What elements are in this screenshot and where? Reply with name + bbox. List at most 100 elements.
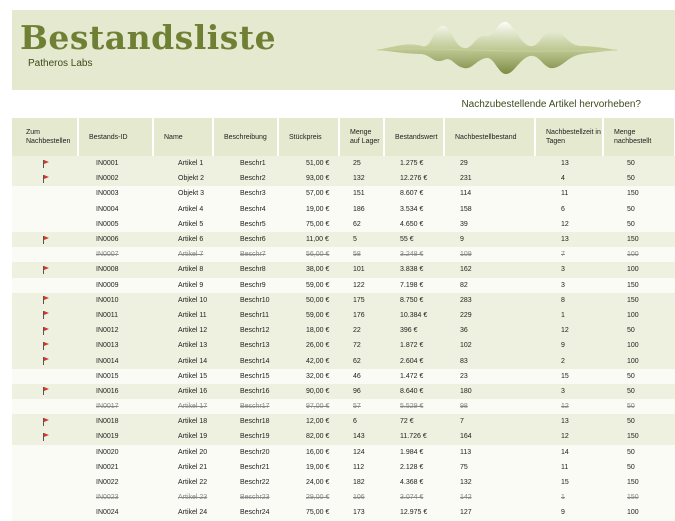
cell-reorder-qty[interactable]: 50 <box>603 383 675 399</box>
cell-reorder-flag[interactable] <box>12 201 78 217</box>
cell-id[interactable]: IN0021 <box>78 459 153 475</box>
cell-description[interactable]: Beschr8 <box>213 262 278 278</box>
cell-id[interactable]: IN0015 <box>78 368 153 384</box>
cell-value[interactable]: 4.368 € <box>384 474 444 491</box>
highlight-reorder-toggle[interactable]: Nachzubestellende Artikel hervorheben? <box>461 99 641 110</box>
cell-stock[interactable]: 22 <box>339 323 384 339</box>
cell-reorder-flag[interactable] <box>12 399 78 415</box>
cell-name[interactable]: Artikel 8 <box>153 262 213 278</box>
cell-reorder-flag[interactable] <box>12 216 78 232</box>
cell-reorder-flag[interactable] <box>12 353 78 369</box>
cell-unit-price[interactable]: 97,00 € <box>278 399 339 415</box>
cell-description[interactable]: Beschr14 <box>213 353 278 369</box>
cell-unit-price[interactable]: 19,00 € <box>278 459 339 475</box>
col-header-reorder-qty[interactable]: Menge nachbestellt <box>603 118 675 156</box>
cell-reorder-time[interactable]: 9 <box>535 338 603 354</box>
cell-unit-price[interactable]: 18,00 € <box>278 323 339 339</box>
cell-description[interactable]: Beschr6 <box>213 231 278 248</box>
cell-id[interactable]: IN0006 <box>78 231 153 248</box>
cell-name[interactable]: Artikel 13 <box>153 338 213 354</box>
cell-reorder-qty[interactable]: 50 <box>603 201 675 217</box>
cell-stock[interactable]: 175 <box>339 292 384 308</box>
cell-value[interactable]: 55 € <box>384 231 444 248</box>
cell-value[interactable]: 396 € <box>384 323 444 339</box>
cell-stock[interactable]: 62 <box>339 216 384 232</box>
cell-reorder-time[interactable]: 2 <box>535 353 603 369</box>
cell-unit-price[interactable]: 90,00 € <box>278 383 339 399</box>
cell-value[interactable]: 12.276 € <box>384 171 444 187</box>
cell-reorder-time[interactable]: 15 <box>535 474 603 491</box>
cell-value[interactable]: 8.640 € <box>384 383 444 399</box>
cell-reorder-time[interactable]: 1 <box>535 307 603 324</box>
cell-reorder-level[interactable]: 98 <box>444 399 535 415</box>
cell-reorder-flag[interactable] <box>12 156 78 172</box>
cell-description[interactable]: Beschr10 <box>213 292 278 308</box>
cell-id[interactable]: IN0013 <box>78 338 153 354</box>
cell-description[interactable]: Beschr23 <box>213 490 278 506</box>
cell-reorder-level[interactable]: 283 <box>444 292 535 308</box>
cell-reorder-qty[interactable]: 100 <box>603 353 675 369</box>
cell-reorder-qty[interactable]: 150 <box>603 429 675 445</box>
cell-value[interactable]: 1.472 € <box>384 368 444 384</box>
cell-stock[interactable]: 186 <box>339 201 384 217</box>
cell-reorder-flag[interactable] <box>12 277 78 293</box>
table-row[interactable]: IN0003 Objekt 3 Beschr3 57,00 €151 8.607 €11… <box>12 186 675 202</box>
cell-value[interactable]: 11.726 € <box>384 429 444 445</box>
cell-stock[interactable]: 106 <box>339 490 384 506</box>
table-row[interactable]: IN0002 Objekt 2 Beschr2 93,00 €132 12.276 €2… <box>12 171 675 187</box>
cell-unit-price[interactable]: 26,00 € <box>278 338 339 354</box>
cell-id[interactable]: IN0003 <box>78 186 153 202</box>
cell-stock[interactable]: 132 <box>339 171 384 187</box>
cell-id[interactable]: IN0008 <box>78 262 153 278</box>
cell-reorder-time[interactable]: 8 <box>535 292 603 308</box>
cell-id[interactable]: IN0001 <box>78 156 153 172</box>
cell-reorder-level[interactable]: 83 <box>444 353 535 369</box>
cell-reorder-level[interactable]: 142 <box>444 490 535 506</box>
cell-reorder-qty[interactable]: 150 <box>603 490 675 506</box>
table-row[interactable]: IN0010 Artikel 10 Beschr10 50,00 €175 8.750 … <box>12 292 675 308</box>
cell-stock[interactable]: 182 <box>339 474 384 491</box>
cell-reorder-time[interactable]: 14 <box>535 444 603 460</box>
cell-id[interactable]: IN0014 <box>78 353 153 369</box>
cell-stock[interactable]: 151 <box>339 186 384 202</box>
cell-reorder-time[interactable]: 11 <box>535 459 603 475</box>
cell-description[interactable]: Beschr9 <box>213 277 278 293</box>
cell-reorder-time[interactable]: 4 <box>535 171 603 187</box>
col-header-id[interactable]: Bestands-ID <box>78 118 154 156</box>
cell-stock[interactable]: 173 <box>339 505 384 521</box>
cell-reorder-qty[interactable]: 150 <box>603 474 675 491</box>
cell-unit-price[interactable]: 56,00 € <box>278 247 339 263</box>
cell-description[interactable]: Beschr2 <box>213 171 278 187</box>
cell-name[interactable]: Artikel 5 <box>153 216 213 232</box>
cell-reorder-qty[interactable]: 50 <box>603 399 675 415</box>
cell-unit-price[interactable]: 51,00 € <box>278 156 339 172</box>
cell-reorder-flag[interactable] <box>12 186 78 202</box>
cell-reorder-level[interactable]: 23 <box>444 368 535 384</box>
cell-name[interactable]: Artikel 11 <box>153 307 213 324</box>
col-header-description[interactable]: Beschreibung <box>213 118 279 156</box>
table-row[interactable]: IN0009 Artikel 9 Beschr9 59,00 €122 7.198 €8… <box>12 277 675 293</box>
cell-value[interactable]: 2.128 € <box>384 459 444 475</box>
cell-stock[interactable]: 96 <box>339 383 384 399</box>
cell-id[interactable]: IN0002 <box>78 171 153 187</box>
cell-reorder-flag[interactable] <box>12 414 78 430</box>
cell-reorder-level[interactable]: 39 <box>444 216 535 232</box>
cell-reorder-level[interactable]: 113 <box>444 444 535 460</box>
cell-reorder-qty[interactable]: 50 <box>603 171 675 187</box>
cell-description[interactable]: Beschr12 <box>213 323 278 339</box>
cell-id[interactable]: IN0018 <box>78 414 153 430</box>
cell-reorder-time[interactable]: 15 <box>535 368 603 384</box>
cell-reorder-qty[interactable]: 100 <box>603 338 675 354</box>
cell-value[interactable]: 72 € <box>384 414 444 430</box>
table-row[interactable]: IN0024 Artikel 24 Beschr24 75,00 €173 12.975… <box>12 505 675 521</box>
cell-name[interactable]: Artikel 20 <box>153 444 213 460</box>
cell-name[interactable]: Artikel 17 <box>153 399 213 415</box>
cell-unit-price[interactable]: 59,00 € <box>278 307 339 324</box>
cell-reorder-flag[interactable] <box>12 383 78 399</box>
cell-value[interactable]: 10.384 € <box>384 307 444 324</box>
cell-id[interactable]: IN0016 <box>78 383 153 399</box>
table-row[interactable]: IN0019 Artikel 19 Beschr19 82,00 €143 11.726… <box>12 429 675 445</box>
cell-name[interactable]: Artikel 12 <box>153 323 213 339</box>
cell-reorder-flag[interactable] <box>12 368 78 384</box>
cell-unit-price[interactable]: 12,00 € <box>278 414 339 430</box>
